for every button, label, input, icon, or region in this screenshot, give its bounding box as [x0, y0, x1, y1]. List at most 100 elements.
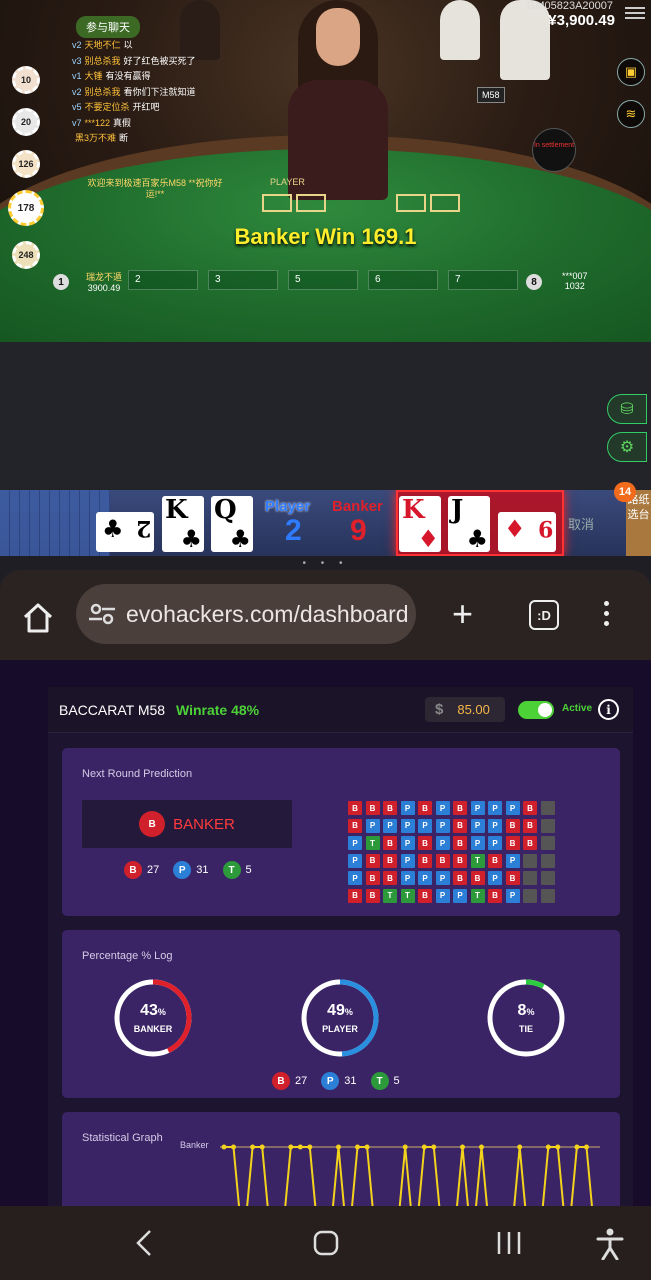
roadmap-mini[interactable] — [0, 490, 110, 556]
bead-cell: T — [400, 888, 415, 903]
game-controls-area: ⛁ ⚙ — [0, 342, 651, 490]
bead-cell: P — [435, 871, 450, 885]
info-icon[interactable]: i — [598, 699, 619, 720]
seat-box[interactable]: 7 — [448, 270, 518, 290]
banker-percent: 43% — [140, 1002, 166, 1019]
banker-card: J ♣ — [448, 496, 490, 552]
back-icon[interactable] — [132, 1228, 156, 1258]
statistical-graph — [220, 1144, 600, 1206]
graph-point — [574, 1144, 580, 1150]
bead-cell — [540, 836, 555, 850]
background-person — [440, 0, 480, 60]
more-options-icon[interactable] — [598, 598, 614, 632]
bead-cell: P — [348, 871, 362, 885]
graph-point — [555, 1144, 561, 1150]
bead-cell: T — [383, 888, 397, 903]
banker-count: B 27 — [124, 861, 159, 879]
bead-cell: B — [418, 836, 432, 850]
bead-cell: P — [488, 801, 502, 815]
player-percent: 49% — [327, 1002, 353, 1019]
live-video-feed: PLAYER GM05823A20007 ¥3,900.49 参与聊天 v2 天地… — [0, 0, 651, 342]
chat-message: v2 天地不仁以 — [72, 40, 133, 50]
bead-cell: B — [453, 871, 467, 885]
chat-welcome: 欢迎来到极速百家乐M58 **祝你好运!** — [87, 178, 223, 199]
winrate: Winrate 48% — [176, 702, 260, 718]
chat-message: v3 别总杀我 好了红色被买死了 — [72, 55, 196, 66]
dealer — [278, 0, 398, 200]
dashboard-header: BACCARAT M58 Winrate 48% $ 85.00 Active … — [48, 687, 633, 733]
active-toggle[interactable] — [518, 701, 554, 719]
bead-cell — [540, 818, 555, 833]
chip-20[interactable]: 20 — [12, 108, 40, 136]
bead-cell: B — [435, 853, 450, 868]
chat-log: v2 天地不仁以 v3 别总杀我 好了红色被买死了 v1 大锤 有没有赢得 v2 别总杀我 看你们下… — [72, 38, 222, 147]
seat-box[interactable]: 5 — [288, 270, 358, 290]
url-text[interactable]: evohackers.com/dashboard — [126, 601, 414, 628]
banker-label: Banker — [332, 498, 383, 515]
chat-tab[interactable]: 参与聊天 — [76, 16, 140, 38]
graph-point — [421, 1144, 427, 1150]
bead-cell: P — [348, 853, 362, 868]
chip-10[interactable]: 10 — [12, 66, 40, 94]
graph-point — [479, 1144, 484, 1150]
bead-cell: B — [453, 853, 467, 868]
banker-badge: B — [139, 811, 166, 837]
bet-amount[interactable]: $ 85.00 — [425, 697, 505, 722]
bead-cell: B — [488, 853, 502, 868]
background-person — [500, 0, 550, 80]
recent-apps-icon[interactable] — [496, 1228, 522, 1258]
bead-cell: P — [435, 836, 450, 850]
bead-cell: P — [435, 888, 450, 903]
seat-box[interactable]: 2 — [128, 270, 198, 290]
graph-point — [431, 1144, 437, 1150]
browser-toolbar: evohackers.com/dashboard + :D — [0, 570, 651, 660]
bead-cell: B — [505, 871, 520, 885]
page-indicator: • • • — [302, 558, 349, 569]
bead-cell: P — [505, 853, 520, 868]
bead-cell: P — [488, 836, 502, 850]
home-nav-icon[interactable] — [312, 1228, 340, 1258]
dashboard-container: BACCARAT M58 Winrate 48% $ 85.00 Active … — [48, 687, 633, 1206]
graph-line — [224, 1146, 593, 1206]
seat-box[interactable]: 3 — [208, 270, 278, 290]
bead-cell: B — [470, 871, 485, 885]
chip-178-selected[interactable]: 178 — [8, 190, 44, 226]
tab-switcher-button[interactable]: :D — [529, 600, 559, 630]
menu-icon[interactable] — [625, 4, 645, 20]
bead-cell: P — [400, 871, 415, 885]
seat-right-balance: 1032 — [564, 281, 585, 291]
new-tab-icon[interactable]: + — [452, 596, 473, 632]
camera-icon[interactable]: ▣ — [617, 58, 645, 86]
graph-point — [221, 1144, 227, 1150]
tie-gauge-label: TIE — [518, 1024, 533, 1034]
settings-gear-icon[interactable]: ⚙ — [607, 432, 647, 462]
accessibility-icon[interactable] — [596, 1228, 624, 1260]
bead-cell: B — [348, 888, 362, 903]
cancel-button[interactable]: 取消 — [568, 514, 594, 533]
site-settings-icon[interactable] — [88, 602, 116, 626]
chip-126[interactable]: 126 — [12, 150, 40, 178]
chips-stack-icon[interactable]: ⛁ — [607, 394, 647, 424]
system-navigation-bar — [0, 1206, 651, 1280]
bead-cell: P — [505, 801, 520, 815]
shoe-label: M58 — [477, 87, 505, 103]
bead-cell: P — [400, 818, 415, 833]
graph-point — [460, 1144, 465, 1150]
player-label: Player — [265, 498, 311, 515]
graph-point — [288, 1144, 294, 1150]
dashboard-page: BACCARAT M58 Winrate 48% $ 85.00 Active … — [0, 660, 651, 1206]
tie-percent: 8% — [517, 1002, 535, 1019]
wifi-icon[interactable]: ≋ — [617, 100, 645, 128]
seat-left: 瑞龙不遁 3900.49 — [86, 270, 122, 293]
url-bar[interactable]: evohackers.com/dashboard — [76, 584, 416, 644]
home-icon[interactable] — [20, 600, 56, 636]
seat-box[interactable]: 6 — [368, 270, 438, 290]
bead-cell: B — [505, 836, 520, 850]
player-card: 2 ♣ — [96, 512, 154, 552]
bead-cell: P — [435, 818, 450, 833]
bead-cell: P — [383, 818, 397, 833]
dollar-icon: $ — [435, 701, 444, 718]
bead-cell — [540, 801, 555, 815]
graph-point — [355, 1144, 360, 1150]
bead-cell: B — [383, 801, 397, 815]
